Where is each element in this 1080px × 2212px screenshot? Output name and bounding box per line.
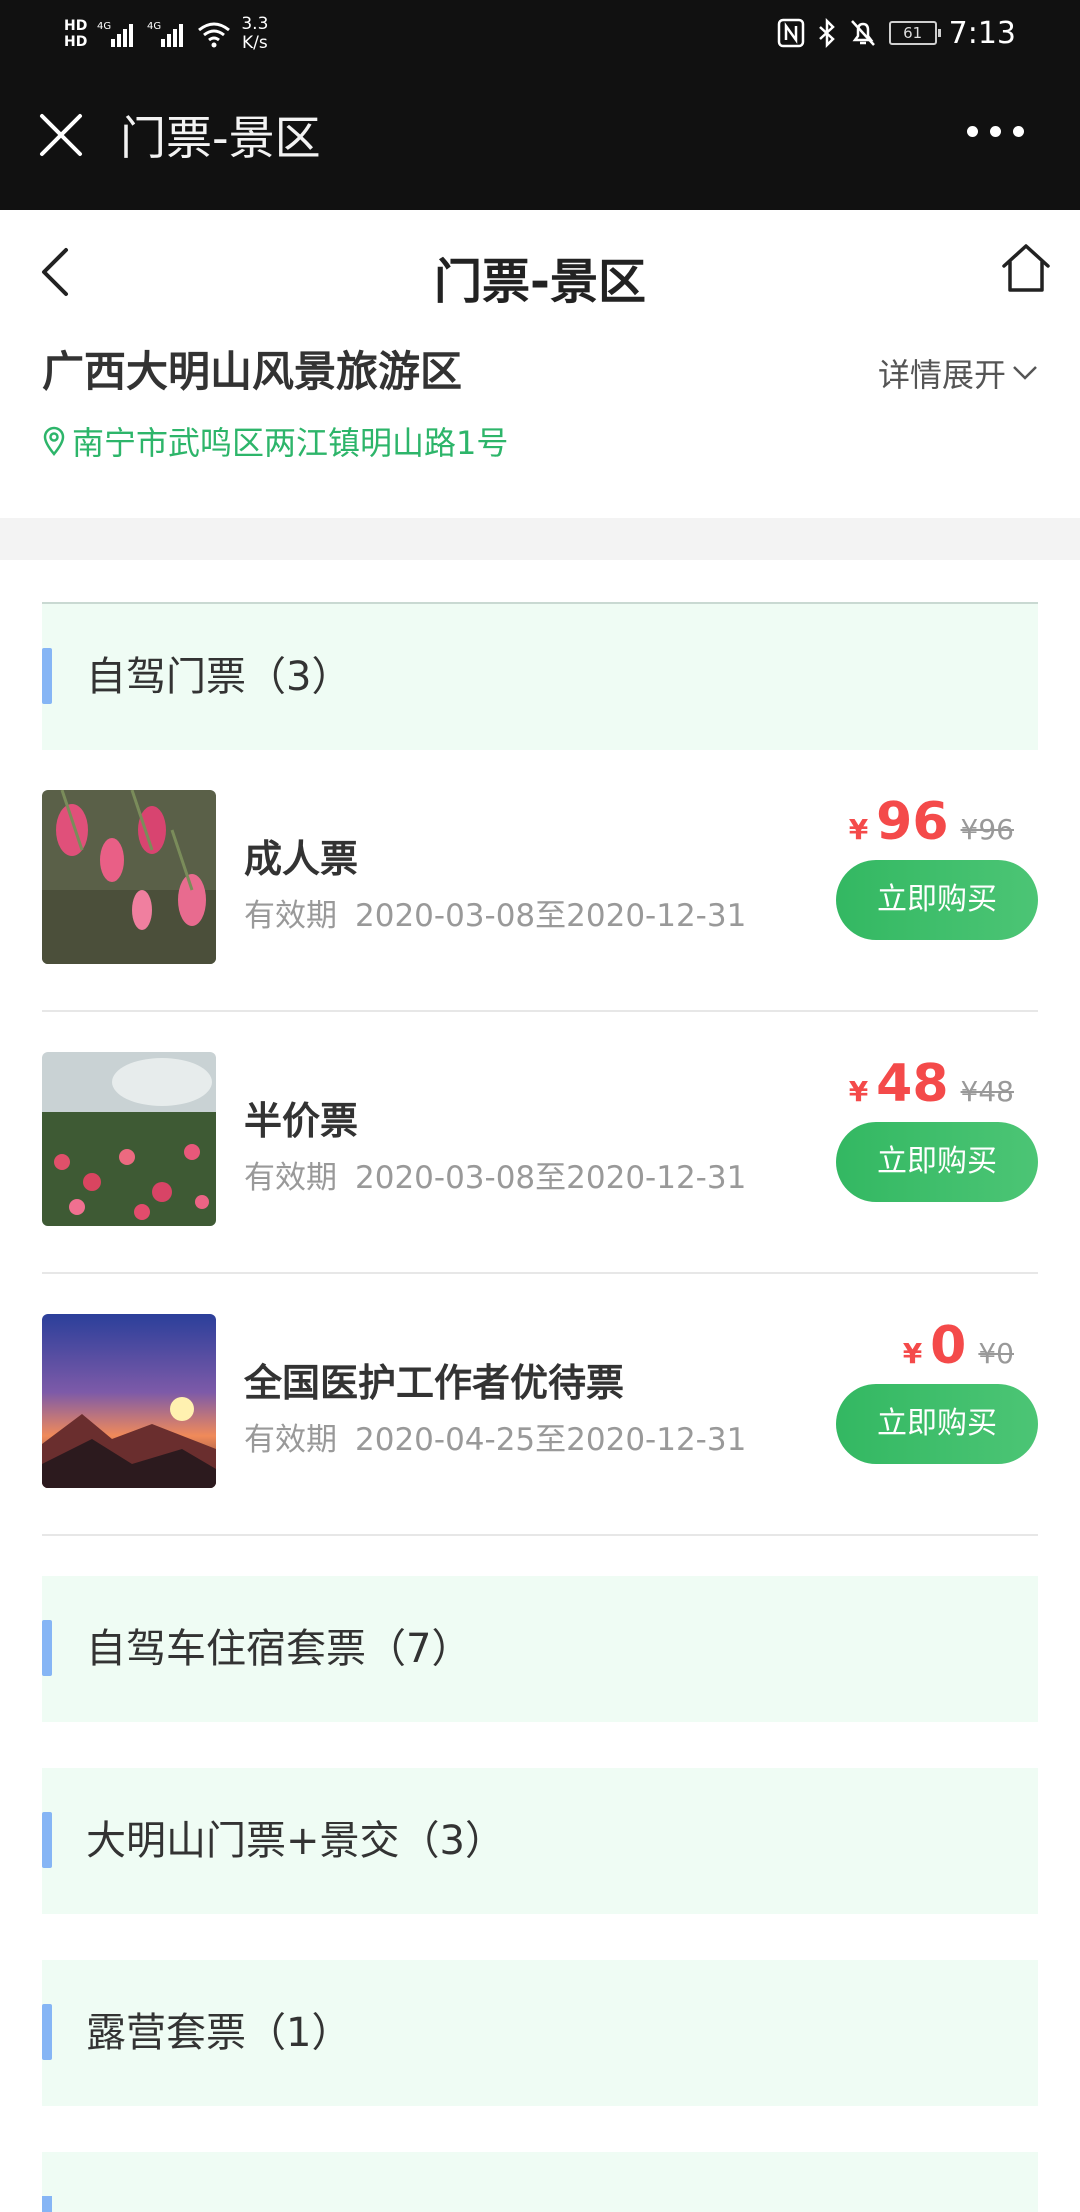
buy-now-button[interactable]: 立即购买 <box>836 1122 1038 1202</box>
validity-label: 有效期 <box>244 1422 337 1458</box>
scenic-address[interactable]: 南宁市武鸣区两江镇明山路1号 <box>42 418 508 464</box>
category-accent-bar <box>42 648 52 704</box>
validity-dates: 2020-03-08至2020-12-31 <box>355 1160 747 1196</box>
address-text: 南宁市武鸣区两江镇明山路1号 <box>72 424 509 462</box>
currency-symbol: ¥ <box>902 1337 923 1370</box>
price-value: 0 <box>930 1316 967 1376</box>
currency-symbol: ¥ <box>848 813 869 846</box>
signal-icon: 4G <box>97 21 134 47</box>
category-label: 露营套票（1） <box>86 2010 352 2056</box>
category-header[interactable]: 自驾车住宿套票（7） <box>42 1576 1038 1722</box>
buy-now-button[interactable]: 立即购买 <box>836 1384 1038 1464</box>
buy-now-button[interactable]: 立即购买 <box>836 860 1038 940</box>
hd-badge: HD <box>64 34 88 50</box>
price-value: 96 <box>876 792 949 852</box>
svg-text:4G: 4G <box>97 21 111 32</box>
ticket-price: ¥ 0 ¥0 <box>903 1316 1014 1376</box>
ticket-name: 成人票 <box>244 837 359 881</box>
validity-label: 有效期 <box>244 1160 337 1196</box>
location-pin-icon <box>43 426 65 456</box>
category-label: 大明山门票+景交（3） <box>86 1818 505 1864</box>
category-accent-bar <box>42 1620 52 1676</box>
category-header-partial[interactable] <box>42 2152 1038 2212</box>
original-price: ¥48 <box>960 1075 1014 1108</box>
hd-indicators: HD HD <box>64 18 87 50</box>
speed-unit: K/s <box>242 33 268 53</box>
hd-badge: HD <box>64 18 88 34</box>
more-options-icon[interactable] <box>967 126 1024 137</box>
mute-icon <box>850 20 875 46</box>
signal-icon: 4G <box>147 21 184 47</box>
validity-dates: 2020-04-25至2020-12-31 <box>355 1422 747 1458</box>
ticket-price: ¥ 96 ¥96 <box>849 792 1014 852</box>
bluetooth-icon <box>818 18 835 48</box>
ticket-thumbnail <box>42 1314 216 1488</box>
original-price: ¥0 <box>978 1337 1014 1370</box>
clock: 7:13 <box>948 15 1016 51</box>
price-value: 48 <box>876 1054 949 1114</box>
validity-dates: 2020-03-08至2020-12-31 <box>355 898 747 934</box>
page-header: 门票-景区 <box>0 210 1080 326</box>
detail-expand-toggle[interactable]: 详情展开 <box>878 350 1038 396</box>
ticket-validity: 有效期 2020-04-25至2020-12-31 <box>244 1414 746 1459</box>
category-accent-bar <box>42 2004 52 2060</box>
ticket-validity: 有效期 2020-03-08至2020-12-31 <box>244 1152 746 1197</box>
validity-label: 有效期 <box>244 898 337 934</box>
category-accent-bar <box>42 2196 52 2212</box>
ticket-name: 半价票 <box>244 1099 359 1143</box>
page-title: 门票-景区 <box>434 254 646 310</box>
ticket-thumbnail <box>42 1052 216 1226</box>
close-icon[interactable] <box>36 110 86 160</box>
ticket-thumbnail <box>42 790 216 964</box>
category-header[interactable]: 大明山门票+景交（3） <box>42 1768 1038 1914</box>
section-divider <box>0 518 1080 560</box>
ticket-row: 成人票 有效期 2020-03-08至2020-12-31 ¥ 96 ¥96 立即… <box>42 750 1038 1012</box>
category-header[interactable]: 露营套票（1） <box>42 1960 1038 2106</box>
speed-value: 3.3 <box>241 14 269 34</box>
ticket-price: ¥ 48 ¥48 <box>849 1054 1014 1114</box>
home-icon[interactable] <box>998 240 1054 296</box>
scenic-name: 广西大明山风景旅游区 <box>42 347 463 396</box>
ticket-name: 全国医护工作者优待票 <box>244 1361 625 1405</box>
original-price: ¥96 <box>960 813 1014 846</box>
category-label: 自驾门票（3） <box>86 654 352 700</box>
category-label: 自驾车住宿套票（7） <box>86 1626 472 1672</box>
battery-icon: 61 <box>888 21 941 45</box>
ticket-validity: 有效期 2020-03-08至2020-12-31 <box>244 890 746 935</box>
currency-symbol: ¥ <box>848 1075 869 1108</box>
wechat-page-title: 门票-景区 <box>120 111 321 165</box>
network-speed: 3.3 K/s <box>241 15 268 53</box>
ticket-row: 半价票 有效期 2020-03-08至2020-12-31 ¥ 48 ¥48 立即… <box>42 1012 1038 1274</box>
category-accent-bar <box>42 1812 52 1868</box>
chevron-down-icon <box>1013 366 1037 380</box>
wechat-title-bar: 门票-景区 <box>0 66 1080 210</box>
status-right: 61 7:13 <box>777 10 1016 56</box>
status-left: HD HD 4G 4G 3.3 K/s <box>64 8 268 60</box>
category-header[interactable]: 自驾门票（3） <box>42 604 1038 750</box>
wifi-icon <box>198 22 231 48</box>
status-bar: HD HD 4G 4G 3.3 K/s 61 7:13 <box>0 0 1080 66</box>
nfc-icon <box>777 18 804 48</box>
svg-text:4G: 4G <box>147 21 161 32</box>
detail-toggle-label: 详情展开 <box>877 356 1006 394</box>
ticket-row: 全国医护工作者优待票 有效期 2020-04-25至2020-12-31 ¥ 0 … <box>42 1274 1038 1536</box>
